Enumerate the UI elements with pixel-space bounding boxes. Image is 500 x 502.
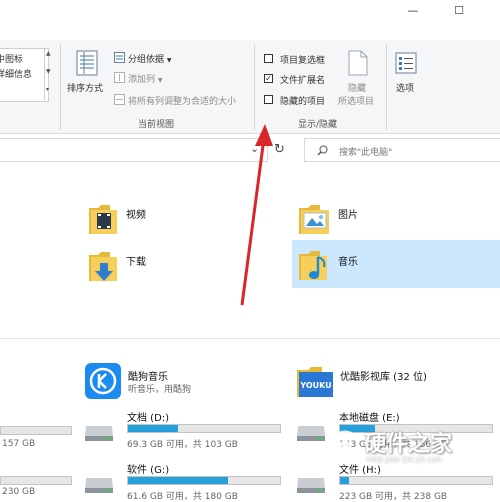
drive-space: 69.3 GB 可用，共 103 GB [127, 440, 238, 450]
layout-details[interactable]: 详细信息 [0, 67, 32, 80]
drive-usage-bar [127, 424, 281, 433]
svg-text:YOUKU: YOUKU [299, 381, 331, 390]
show-hide-group-label: 显示/隐藏 [298, 120, 338, 130]
hard-drive-icon [85, 426, 113, 441]
search-box[interactable]: 搜索"此电脑" [304, 138, 500, 162]
hard-drive-icon [297, 478, 325, 493]
folder-item-downloads[interactable]: 下载 [88, 247, 208, 287]
watermark-logo-icon [330, 430, 360, 460]
drive-item-f[interactable]: 230 GB [0, 476, 80, 500]
file-extensions-checkbox[interactable]: ✓ [264, 74, 273, 83]
folder-name: 视频 [126, 210, 146, 221]
sort-by-label: 排序方式 [67, 84, 104, 94]
hide-selected-icon [348, 50, 368, 76]
title-bar: — ☐ [0, 0, 500, 22]
download-folder-icon [89, 252, 117, 281]
picture-folder-icon [299, 205, 329, 234]
drive-space: 61.6 GB 可用，共 180 GB [127, 492, 238, 502]
maximize-icon: ☐ [454, 3, 464, 17]
minimize-icon: — [407, 3, 419, 17]
layout-medium-icons[interactable]: 中图标 [0, 52, 23, 65]
hidden-items-checkbox[interactable] [264, 95, 273, 104]
folder-name: 下载 [126, 257, 146, 268]
hide-label: 隐藏 [348, 84, 367, 94]
youku-icon: YOUKU [297, 367, 333, 397]
drive-usage-bar [127, 476, 281, 485]
dropdown-arrow-icon: ▼ [166, 57, 172, 64]
watermark-url: YING JIAN ZHI JIA.com [366, 456, 442, 464]
drive-item-c[interactable]: 157 GB [0, 424, 80, 454]
drive-space: 157 GB [2, 439, 36, 449]
folder-item-pictures[interactable]: 图片 [298, 200, 448, 240]
hidden-items-label: 隐藏的项目 [280, 97, 326, 107]
layout-gallery[interactable]: 中图标 详细信息 [0, 48, 49, 102]
hard-drive-icon [85, 478, 113, 493]
fit-columns-label: 将所有列调整为合适的大小 [128, 97, 237, 107]
app-name: 酷狗音乐 [128, 372, 168, 383]
ribbon-separator [386, 44, 387, 130]
watermark: 硬件之家 YING JIAN ZHI JIA.com [330, 426, 498, 470]
folder-item-music[interactable]: 音乐 [292, 240, 500, 288]
add-column-icon [114, 72, 125, 83]
hard-drive-icon [297, 426, 325, 441]
layout-scroll[interactable]: ▲ ▼ ▾ [44, 48, 55, 100]
section-divider [0, 338, 500, 339]
drive-item-d[interactable]: 文档 (D:) 69.3 GB 可用，共 103 GB [84, 408, 284, 450]
drive-name: 软件 (G:) [127, 465, 170, 476]
ribbon-separator [254, 44, 255, 130]
sort-by-button[interactable]: 排序方式 [66, 48, 110, 98]
app-name: 优酷影视库 (32 位) [340, 372, 427, 383]
search-icon [317, 145, 328, 156]
drive-name: 文档 (D:) [127, 413, 170, 424]
app-item-youku[interactable]: YOUKU 优酷影视库 (32 位) [296, 364, 496, 404]
add-column-label: 添加列 [128, 75, 156, 85]
music-folder-icon [299, 251, 327, 280]
options-label: 选项 [396, 84, 415, 94]
scroll-down-icon[interactable]: ▼ [46, 68, 51, 75]
watermark-title: 硬件之家 [364, 432, 453, 457]
ribbon-separator [60, 44, 61, 130]
annotation-arrow-icon [240, 124, 273, 306]
folder-item-videos[interactable]: 视频 [88, 200, 208, 240]
drive-name: 本地磁盘 (E:) [339, 413, 400, 424]
dropdown-arrow-icon: ▼ [157, 77, 163, 84]
search-placeholder: 搜索"此电脑" [339, 148, 393, 158]
minimize-button[interactable]: — [398, 0, 428, 20]
folder-name: 音乐 [338, 257, 358, 268]
hide-selected-button[interactable]: 隐藏 所选项目 [338, 48, 382, 110]
options-icon [395, 52, 417, 74]
options-button[interactable]: 选项 [392, 50, 420, 96]
drive-space: 230 GB [2, 487, 36, 497]
current-view-group-label: 当前视图 [138, 120, 175, 130]
drive-space: 223 GB 可用，共 238 GB [339, 492, 448, 502]
app-item-kugou[interactable]: 酷狗音乐 听音乐，用酷狗 [84, 362, 254, 404]
kugou-music-icon [85, 363, 121, 399]
drive-usage-bar [0, 426, 72, 435]
group-by-label: 分组依据 [128, 55, 165, 65]
folder-name: 图片 [338, 210, 358, 221]
scroll-up-icon[interactable]: ▲ [46, 50, 51, 57]
maximize-button[interactable]: ☐ [444, 0, 474, 20]
video-folder-icon [89, 205, 117, 234]
app-description: 听音乐，用酷狗 [128, 385, 192, 395]
file-extensions-label: 文件扩展名 [280, 76, 326, 86]
address-bar[interactable]: ⌄ [0, 138, 268, 162]
sort-icon [76, 50, 98, 76]
drive-usage-bar [0, 476, 72, 485]
item-checkboxes-label: 项目复选框 [280, 56, 326, 66]
drive-usage-bar [339, 476, 493, 485]
scroll-more-icon[interactable]: ▾ [46, 86, 49, 93]
item-checkboxes-checkbox[interactable] [264, 54, 273, 63]
group-icon [114, 52, 125, 63]
fit-columns-icon [114, 94, 125, 105]
hide-selected-label: 所选项目 [338, 97, 375, 107]
drive-item-g[interactable]: 软件 (G:) 61.6 GB 可用，共 180 GB [84, 460, 284, 502]
